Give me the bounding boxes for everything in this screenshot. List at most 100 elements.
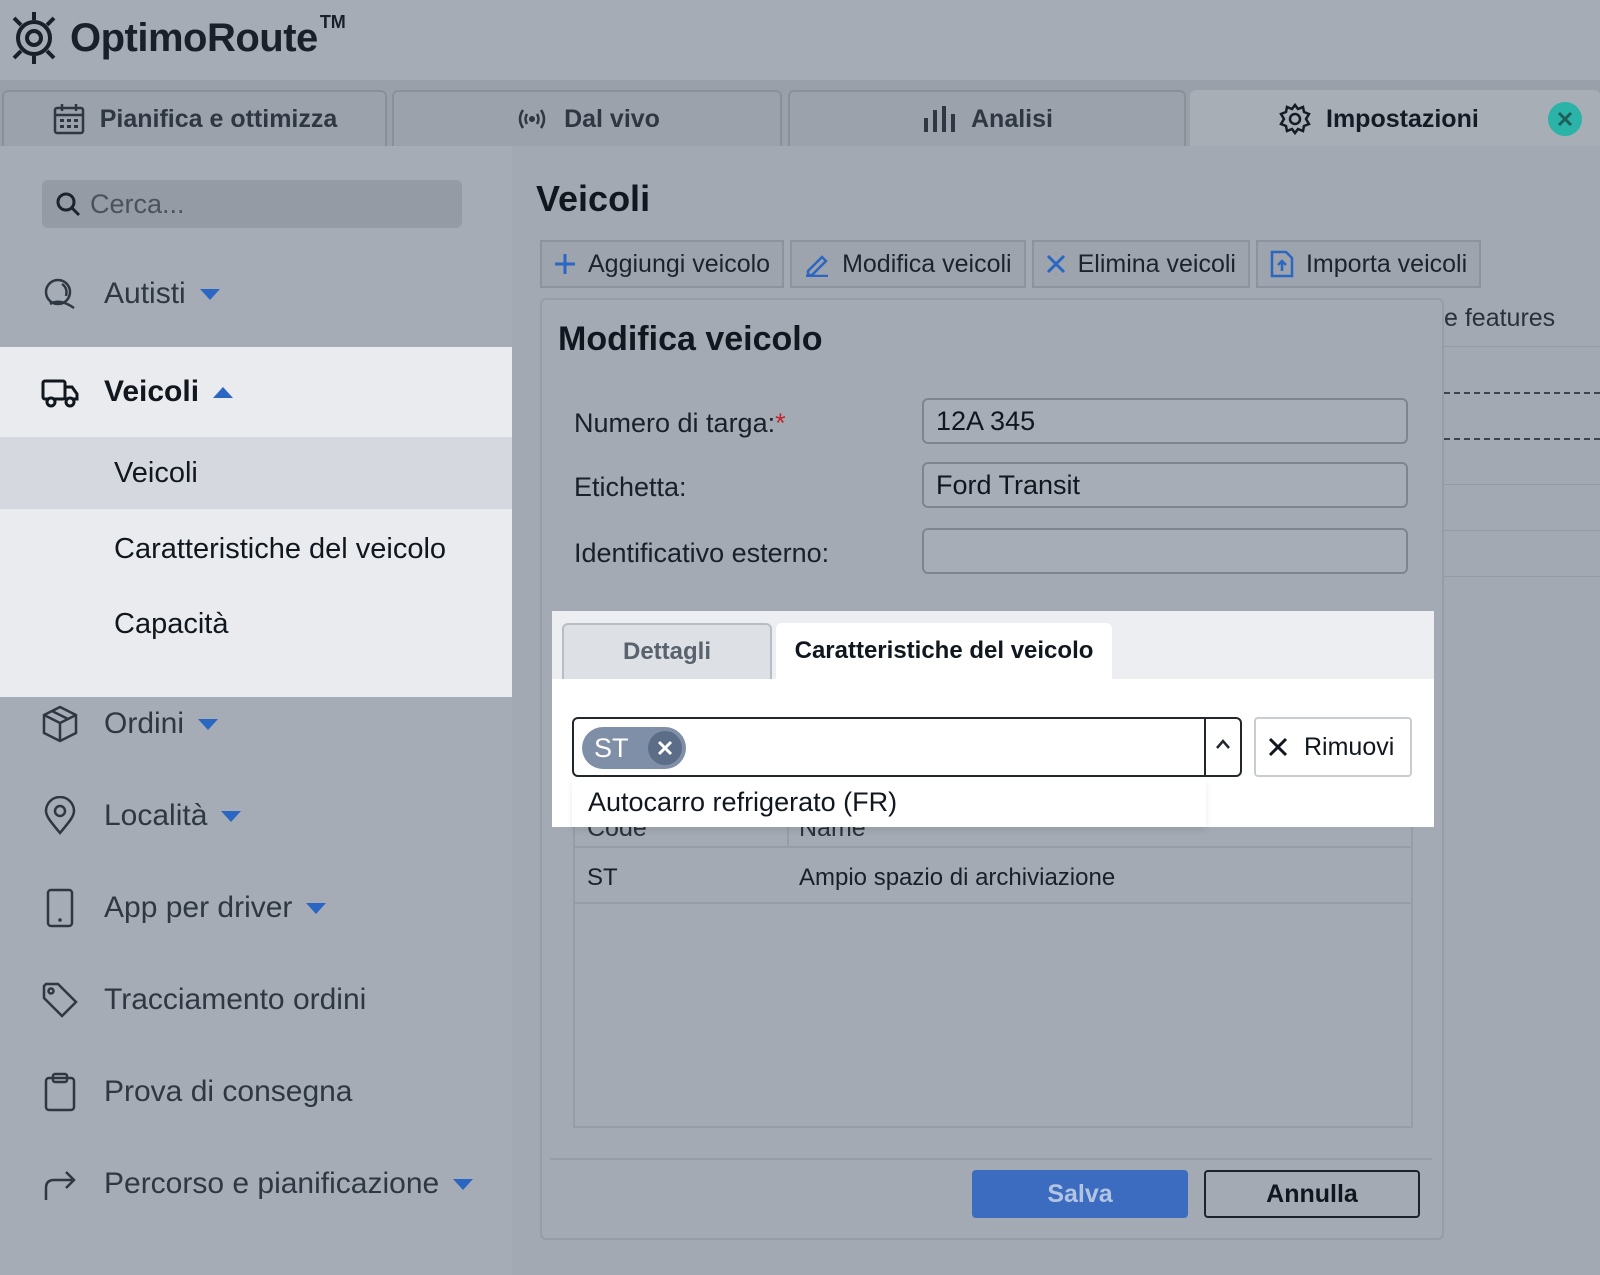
sidebar-item-localita[interactable]: Località [40, 796, 242, 836]
delete-vehicles-button[interactable]: Elimina veicoli [1031, 240, 1250, 288]
sidebar-item-label: App per driver [104, 891, 293, 924]
cell-code: ST [587, 864, 618, 891]
chevron-down-icon [198, 718, 219, 730]
sidebar-item-prova-consegna[interactable]: Prova di consegna [40, 1072, 353, 1112]
save-button[interactable]: Salva [972, 1170, 1188, 1218]
background-divider [1444, 530, 1600, 531]
background-dashed-line [1444, 392, 1600, 394]
toolbar: Aggiungi veicolo Modifica veicoli Elimin… [540, 240, 1487, 288]
upload-file-icon [1270, 250, 1294, 278]
bar-chart-icon [924, 106, 955, 132]
app-logo[interactable]: OptimoRoute TM [6, 10, 346, 66]
close-settings-button[interactable] [1548, 102, 1582, 136]
sidebar-item-percorso[interactable]: Percorso e pianificazione [40, 1164, 474, 1204]
required-marker: * [775, 408, 786, 438]
chevron-up-icon [213, 386, 234, 398]
close-icon [1557, 111, 1573, 127]
import-vehicles-button[interactable]: Importa veicoli [1255, 240, 1482, 288]
tab-impostazioni[interactable]: Impostazioni [1190, 90, 1600, 146]
calendar-icon [53, 104, 84, 135]
button-label: Modifica veicoli [842, 249, 1012, 278]
table-row[interactable]: ST Ampio spazio di archiviazione [575, 850, 1411, 904]
add-vehicle-button[interactable]: Aggiungi veicolo [540, 240, 785, 288]
chevron-down-icon [453, 1178, 474, 1190]
select-divider [1204, 719, 1206, 775]
sidebar-item-label: Veicoli [104, 375, 200, 408]
button-label: Elimina veicoli [1077, 249, 1236, 278]
dialog-title: Modifica veicolo [558, 320, 823, 358]
logo-icon [12, 12, 56, 64]
submenu-label: Veicoli [114, 456, 198, 489]
dropdown-option[interactable]: Autocarro refrigerato (FR) [572, 777, 1206, 827]
chevron-up-icon[interactable] [1214, 735, 1232, 755]
remove-button[interactable]: Rimuovi [1254, 717, 1412, 777]
background-dashed-line [1444, 438, 1600, 440]
tab-pianifica[interactable]: Pianifica e ottimizza [2, 90, 387, 146]
tab-label: Analisi [971, 104, 1053, 133]
button-label: Rimuovi [1304, 732, 1395, 761]
page-title: Veicoli [536, 178, 651, 219]
external-id-field[interactable] [922, 528, 1408, 574]
plate-label: Numero di targa:* [574, 408, 786, 439]
close-icon [657, 740, 673, 756]
chevron-down-icon [221, 810, 242, 822]
tab-dettagli[interactable]: Dettagli [562, 623, 772, 679]
tab-analisi[interactable]: Analisi [788, 90, 1186, 146]
submenu-label: Caratteristiche del veicolo [114, 532, 447, 565]
tab-dal-vivo[interactable]: Dal vivo [392, 90, 782, 146]
sidebar-item-label: Percorso e pianificazione [104, 1167, 440, 1200]
cancel-button[interactable]: Annulla [1204, 1170, 1420, 1218]
edit-vehicles-button[interactable]: Modifica veicoli [790, 240, 1026, 288]
sidebar-item-autisti[interactable]: Autisti [40, 274, 220, 314]
box-icon [42, 705, 78, 743]
sidebar-item-label: Località [104, 799, 208, 832]
sidebar-item-veicoli[interactable]: Veicoli [0, 347, 512, 437]
gear-icon [1279, 102, 1311, 136]
features-tab-panel: Dettagli Caratteristiche del veicolo ST … [552, 611, 1434, 827]
close-icon [1046, 254, 1065, 274]
selected-feature-chip: ST [582, 727, 686, 769]
plus-icon [555, 254, 575, 274]
route-arrow-icon [44, 1171, 76, 1200]
sidebar-item-label: Prova di consegna [104, 1075, 353, 1108]
pencil-icon [806, 255, 829, 277]
tag-icon [42, 982, 78, 1018]
button-label: Importa veicoli [1305, 249, 1468, 278]
chevron-down-icon [306, 902, 327, 914]
truck-icon [41, 379, 79, 408]
tab-label: Pianifica e ottimizza [99, 104, 338, 133]
cell-name: Ampio spazio di archiviazione [799, 864, 1116, 891]
main-tabs: Pianifica e ottimizza Dal vivo Analisi I… [0, 80, 1600, 146]
sidebar-item-app-driver[interactable]: App per driver [40, 888, 327, 928]
sidebar-item-tracciamento[interactable]: Tracciamento ordini [40, 980, 366, 1020]
label-field[interactable] [922, 462, 1408, 508]
app-name: OptimoRoute [70, 15, 318, 60]
remove-chip-button[interactable] [648, 731, 682, 765]
background-divider [1444, 576, 1600, 577]
submenu-label: Capacità [114, 607, 229, 640]
veicoli-submenu: Veicoli Veicoli Caratteristiche del veic… [0, 347, 512, 697]
driver-icon [44, 278, 75, 310]
sidebar-item-label: Ordini [104, 707, 185, 740]
sidebar-search[interactable] [42, 180, 462, 228]
background-column-header: e features [1444, 304, 1556, 332]
dialog-tabs: Dettagli Caratteristiche del veicolo [552, 611, 1434, 679]
sidebar: Autisti Ordini Località App per driver T… [0, 146, 512, 1275]
trademark: TM [319, 11, 346, 32]
sidebar-item-ordini[interactable]: Ordini [40, 704, 219, 744]
top-bar: OptimoRoute TM [0, 0, 1600, 80]
dialog-footer-divider [550, 1158, 1432, 1160]
tab-caratteristiche[interactable]: Caratteristiche del veicolo [776, 623, 1112, 679]
background-divider [1444, 484, 1600, 485]
clipboard-icon [44, 1072, 76, 1112]
sidebar-item-label: Autisti [104, 277, 186, 310]
phone-icon [46, 888, 74, 928]
submenu-item-capacita[interactable]: Capacità [0, 588, 512, 660]
button-label: Aggiungi veicolo [588, 249, 771, 278]
plate-label-text: Numero di targa: [574, 408, 776, 438]
submenu-item-caratteristiche[interactable]: Caratteristiche del veicolo [0, 513, 512, 585]
submenu-item-veicoli[interactable]: Veicoli [0, 437, 512, 509]
plate-number-field[interactable] [922, 398, 1408, 444]
features-multiselect[interactable]: ST [572, 717, 1242, 777]
search-input[interactable] [90, 188, 430, 220]
